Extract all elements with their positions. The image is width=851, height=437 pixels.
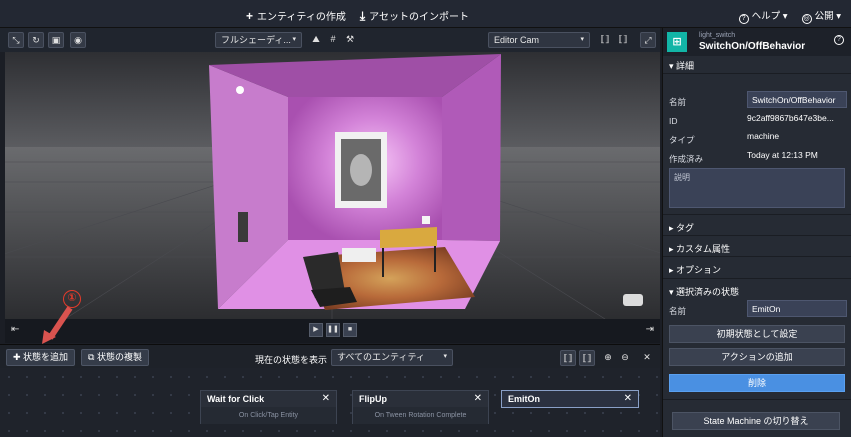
viewport-toolbar: ⤡ ↻ ▣ ◉ フルシェーディ... ▾ ⛰ # ⚒ Editor Cam ▾ ⟦⟧… <box>0 28 660 52</box>
scene-viewport[interactable] <box>5 52 660 319</box>
top-bar-actions: + エンティティの作成 ⤓ アセットのインポート <box>246 8 469 24</box>
add-action-button[interactable]: アクションの追加 <box>669 348 845 366</box>
save-icon[interactable]: ▣ <box>48 32 64 48</box>
import-asset-button[interactable]: ⤓ アセットのインポート <box>360 8 469 24</box>
description-field[interactable]: 説明 <box>669 168 845 208</box>
grid-icon[interactable]: # <box>325 32 341 48</box>
help-menu[interactable]: ? ヘルプ ▾ <box>738 8 788 24</box>
help-icon[interactable]: ? <box>834 35 844 45</box>
frame-icon[interactable]: ⟦⟧ <box>597 32 613 48</box>
move-icon[interactable]: ⤡ <box>8 32 24 48</box>
pause-icon[interactable]: ❚❚ <box>326 323 340 337</box>
state-machine-icon: ⊞ <box>667 32 687 52</box>
delete-button[interactable]: 削除 <box>669 374 845 392</box>
scene-render <box>5 52 660 319</box>
fit-selected-icon[interactable]: ⟦⟧ <box>579 350 595 366</box>
state-node-selected[interactable]: EmitOn ✕ <box>501 390 639 408</box>
rotate-icon[interactable]: ↻ <box>28 32 44 48</box>
custom-attributes-section-header[interactable]: ▸ カスタム属性 <box>663 242 851 255</box>
add-state-button[interactable]: ✚ 状態を追加 <box>6 349 76 366</box>
fit-icon[interactable]: ⟦⟧ <box>560 350 576 366</box>
top-bar: + エンティティの作成 ⤓ アセットのインポート ? ヘルプ ▾ ◎ 公開 ▾ <box>0 0 851 28</box>
play-icon[interactable]: ▶ <box>309 323 323 337</box>
shading-dropdown[interactable]: フルシェーディ... ▾ <box>215 32 302 48</box>
panel-header: ⊞ light_switch SwitchOn/OffBehavior ? <box>663 28 851 56</box>
show-state-label: 現在の状態を表示 <box>255 355 328 365</box>
plus-icon: ✚ <box>13 352 24 362</box>
set-initial-state-button[interactable]: 初期状態として設定 <box>669 325 845 343</box>
zoom-in-icon[interactable]: ⊕ <box>600 350 616 366</box>
camera-dropdown[interactable]: Editor Cam ▾ <box>488 32 590 48</box>
frame-selected-icon[interactable]: ⟦⟧ <box>615 32 631 48</box>
exit-icon[interactable]: ⇤ <box>11 324 19 335</box>
close-icon[interactable]: ✕ <box>322 393 330 404</box>
state-node[interactable]: FlipUp ✕ On Tween Rotation Complete <box>352 390 489 424</box>
options-section-header[interactable]: ▸ オプション <box>663 263 851 276</box>
mountain-icon[interactable]: ⛰ <box>308 32 324 48</box>
entity-filter-dropdown[interactable]: すべてのエンティティ ▾ <box>331 349 453 366</box>
plus-icon: + <box>246 9 254 23</box>
state-canvas[interactable]: Wait for Click ✕ On Click/Tap Entity Flip… <box>0 368 660 437</box>
wrench-icon[interactable]: ⚒ <box>342 32 358 48</box>
zoom-out-icon[interactable]: ⊖ <box>617 350 633 366</box>
name-input[interactable] <box>747 91 847 108</box>
tags-section-header[interactable]: ▸ タグ <box>663 221 851 234</box>
create-entity-button[interactable]: + エンティティの作成 <box>246 8 346 24</box>
switch-state-machine-button[interactable]: State Machine の切り替え <box>672 412 840 430</box>
download-icon: ⤓ <box>359 9 366 23</box>
help-icon: ? <box>738 14 749 24</box>
stop-icon[interactable]: ■ <box>343 323 357 337</box>
state-machine-toolbar: ✚ 状態を追加 ⧉ 状態の複製 現在の状態を表示 すべてのエンティティ ▾ ⟦⟧ … <box>0 344 660 368</box>
globe-icon: ◎ <box>801 14 812 24</box>
copy-icon: ⧉ <box>88 352 97 362</box>
close-icon[interactable]: ✕ <box>624 393 632 404</box>
world-icon[interactable]: ◉ <box>70 32 86 48</box>
close-icon[interactable]: ✕ <box>639 350 655 366</box>
enter-icon[interactable]: ⇥ <box>646 324 654 335</box>
selected-state-section-header[interactable]: ▾ 選択済みの状態 <box>663 285 851 298</box>
publish-menu[interactable]: ◎ 公開 ▾ <box>801 8 841 24</box>
state-name-input[interactable] <box>747 300 847 317</box>
details-section-header[interactable]: ▾ 詳細 <box>663 59 851 72</box>
viewport-playbar: ⇤ ▶ ❚❚ ■ ⇥ <box>5 319 660 343</box>
duplicate-state-button[interactable]: ⧉ 状態の複製 <box>81 349 149 366</box>
panel-title: SwitchOn/OffBehavior <box>699 41 806 52</box>
properties-panel: ⊞ light_switch SwitchOn/OffBehavior ? ▾ … <box>662 28 851 437</box>
play-controls: ▶ ❚❚ ■ <box>309 323 357 337</box>
top-bar-right: ? ヘルプ ▾ ◎ 公開 ▾ <box>738 8 841 24</box>
state-node[interactable]: Wait for Click ✕ On Click/Tap Entity <box>200 390 337 424</box>
annotation-arrow-1 <box>42 306 73 344</box>
fullscreen-icon[interactable]: ⤢ <box>640 32 656 48</box>
close-icon[interactable]: ✕ <box>474 393 482 404</box>
